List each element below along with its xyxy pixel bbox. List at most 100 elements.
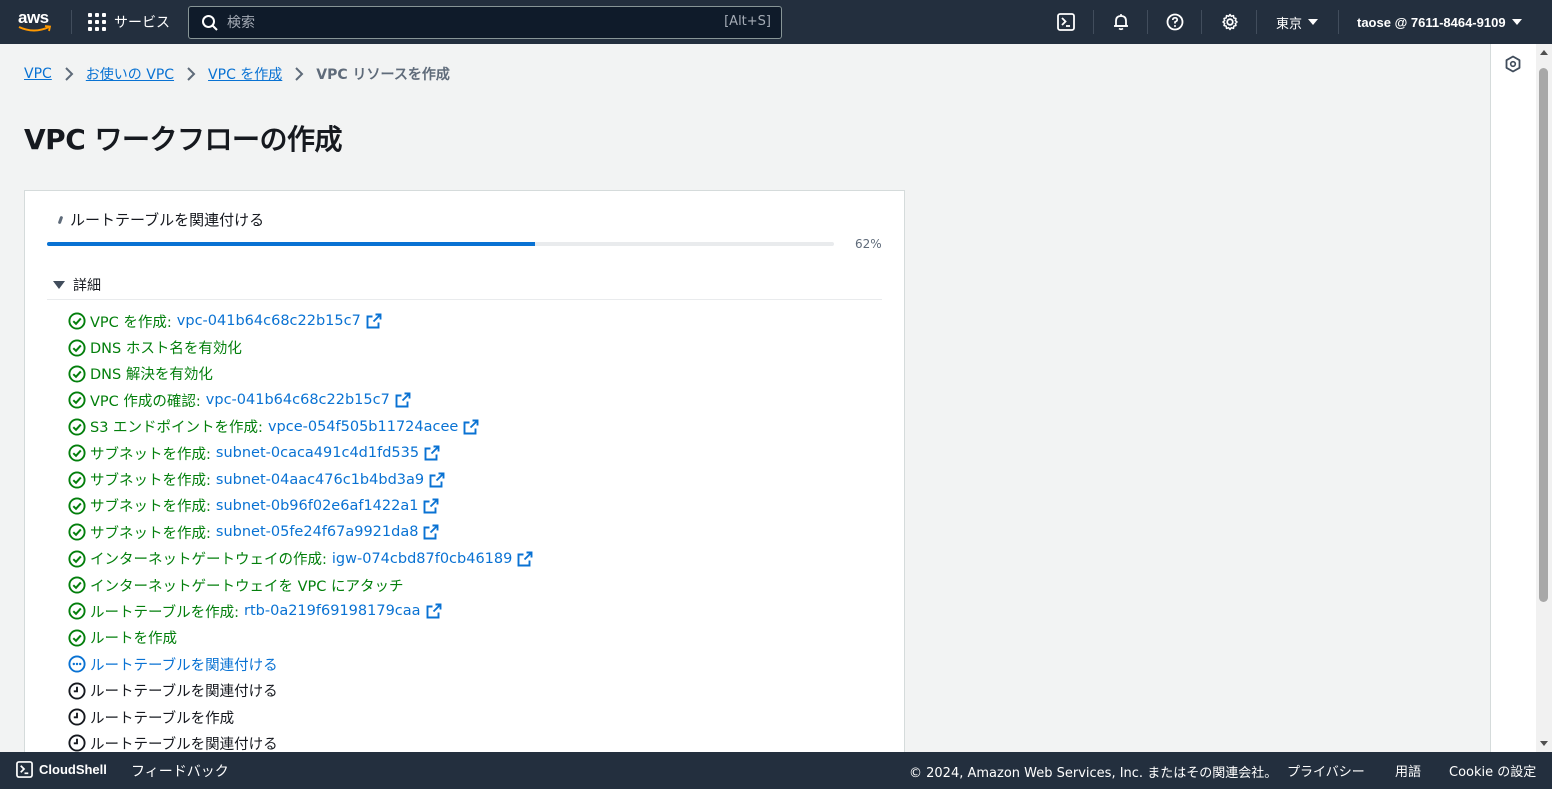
progress-bar-fill [47, 242, 535, 246]
privacy-link[interactable]: プライバシー [1287, 761, 1365, 780]
status-success-icon [68, 339, 86, 357]
step-label: インターネットゲートウェイの作成: [90, 552, 327, 569]
external-link-icon[interactable] [517, 551, 533, 567]
step-item: ルートテーブルを作成: rtb-0a219f69198179caa [68, 598, 533, 624]
page-title: VPC ワークフローの作成 [24, 123, 343, 156]
divider [47, 299, 882, 300]
copyright-text: © 2024, Amazon Web Services, Inc. またはその関… [909, 766, 1278, 781]
breadcrumb-create-vpc[interactable]: VPC を作成 [208, 64, 282, 84]
search-bar[interactable]: [Alt+S] [188, 6, 782, 39]
cloudshell-button[interactable]: CloudShell [16, 752, 107, 787]
account-menu[interactable]: taose @ 7611-8464-9109 [1357, 0, 1522, 44]
step-label: ルートテーブルを作成 [90, 710, 235, 727]
scrollbar-thumb[interactable] [1539, 68, 1548, 602]
step-label: VPC を作成: [90, 314, 172, 331]
external-link-icon[interactable] [366, 313, 382, 329]
status-success-icon [68, 418, 86, 436]
workflow-card: ルートテーブルを関連付ける 62% 詳細 VPC を作成: vpc-041b64c… [24, 190, 905, 753]
current-step-status: ルートテーブルを関連付ける [57, 209, 264, 230]
status-success-icon [68, 497, 86, 515]
step-item: サブネットを作成: subnet-05fe24f67a9921da8 [68, 519, 533, 545]
external-link-icon[interactable] [426, 603, 442, 619]
progress-bar [47, 242, 834, 246]
status-success-icon [68, 550, 86, 568]
step-item: インターネットゲートウェイの作成: igw-074cbd87f0cb46189 [68, 546, 533, 572]
step-label: ルートテーブルを関連付ける [90, 657, 278, 674]
status-success-icon [68, 312, 86, 330]
nav-divider [1147, 10, 1148, 34]
step-item: DNS 解決を有効化 [68, 361, 533, 387]
resource-id-link[interactable]: subnet-05fe24f67a9921da8 [216, 524, 419, 540]
resource-id-link[interactable]: subnet-0b96f02e6af1422a1 [216, 498, 419, 514]
step-list: VPC を作成: vpc-041b64c68c22b15c7 DNS ホスト名を有効… [68, 308, 533, 757]
step-item: サブネットを作成: subnet-0b96f02e6af1422a1 [68, 493, 533, 519]
feedback-link[interactable]: フィードバック [131, 761, 229, 781]
page-scrollbar[interactable] [1536, 44, 1552, 752]
resource-id-link[interactable]: vpc-041b64c68c22b15c7 [206, 392, 390, 408]
step-item: VPC 作成の確認: vpc-041b64c68c22b15c7 [68, 387, 533, 413]
chevron-right-icon [186, 67, 196, 81]
step-label: S3 エンドポイントを作成: [90, 420, 263, 437]
step-item: ルートテーブルを作成 [68, 704, 533, 730]
search-icon [202, 15, 218, 31]
external-link-icon[interactable] [423, 524, 439, 540]
account-label: taose @ 7611-8464-9109 [1357, 14, 1506, 30]
cookie-settings-link[interactable]: Cookie の設定 [1449, 761, 1536, 780]
status-pending-icon [68, 682, 86, 700]
terms-link[interactable]: 用語 [1395, 761, 1421, 780]
right-side-panel-rail [1490, 44, 1536, 752]
status-success-icon [68, 470, 86, 489]
region-selector[interactable]: 東京 [1276, 0, 1319, 44]
cloudshell-icon[interactable] [1055, 11, 1077, 33]
info-panel-icon[interactable] [1504, 55, 1522, 77]
notifications-bell-icon[interactable] [1110, 11, 1132, 33]
breadcrumb-current: VPC リソースを作成 [316, 67, 450, 83]
resource-id-link[interactable]: vpce-054f505b11724acee [268, 419, 458, 435]
resource-id-link[interactable]: rtb-0a219f69198179caa [244, 603, 421, 619]
details-label: 詳細 [73, 278, 101, 294]
details-expander[interactable]: 詳細 [51, 275, 101, 295]
progress-percent: 62% [855, 237, 882, 251]
help-icon[interactable] [1164, 11, 1186, 33]
step-item: ルートテーブルを関連付ける [68, 651, 533, 677]
external-link-icon[interactable] [463, 419, 479, 435]
step-label: VPC 作成の確認: [90, 393, 201, 410]
status-success-icon [68, 629, 86, 647]
external-link-icon[interactable] [429, 472, 445, 488]
breadcrumb-vpc[interactable]: VPC [24, 66, 52, 82]
resource-id-link[interactable]: vpc-041b64c68c22b15c7 [177, 313, 361, 329]
status-pending-icon [68, 734, 86, 752]
status-success-icon [68, 523, 86, 541]
nav-divider [1201, 10, 1202, 34]
settings-gear-icon[interactable] [1219, 11, 1241, 33]
step-item: ルートテーブルを関連付ける [68, 677, 533, 703]
spinner-icon [57, 215, 64, 224]
search-input[interactable] [227, 7, 697, 38]
nav-divider [1256, 10, 1257, 34]
status-success-icon [68, 365, 86, 383]
cloudshell-icon [16, 761, 33, 778]
step-item: サブネットを作成: subnet-04aac476c1b4bd3a9 [68, 466, 533, 492]
external-link-icon[interactable] [395, 392, 411, 408]
step-label: インターネットゲートウェイを VPC にアタッチ [90, 578, 404, 595]
scroll-down-icon[interactable] [1540, 741, 1548, 746]
external-link-icon[interactable] [424, 445, 440, 461]
step-item: サブネットを作成: subnet-0caca491c4d1fd535 [68, 440, 533, 466]
caret-down-icon [1308, 19, 1319, 25]
scroll-up-icon[interactable] [1540, 50, 1548, 55]
grid-icon [88, 13, 106, 31]
resource-id-link[interactable]: igw-074cbd87f0cb46189 [332, 551, 512, 567]
resource-id-link[interactable]: subnet-04aac476c1b4bd3a9 [216, 472, 424, 488]
aws-logo[interactable]: aws [16, 7, 56, 37]
resource-id-link[interactable]: subnet-0caca491c4d1fd535 [216, 445, 419, 461]
chevron-right-icon [294, 67, 304, 81]
breadcrumb-your-vpcs[interactable]: お使いの VPC [86, 64, 174, 84]
step-label: ルートを作成 [90, 631, 177, 648]
step-label: サブネットを作成: [90, 446, 211, 463]
caret-down-icon [1511, 19, 1522, 25]
search-shortcut-hint: [Alt+S] [724, 14, 771, 29]
nav-divider [1093, 10, 1094, 34]
external-link-icon[interactable] [423, 498, 439, 514]
status-success-icon [68, 444, 86, 462]
services-menu-button[interactable]: サービス [88, 0, 170, 44]
